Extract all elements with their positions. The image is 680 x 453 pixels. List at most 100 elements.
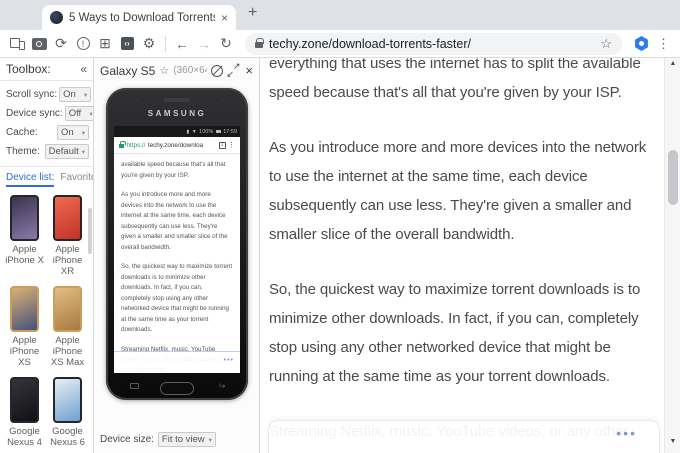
- device-thumbnail: [53, 377, 82, 423]
- toolbox-option-label: Theme:: [6, 146, 40, 157]
- browser-window: 5 Ways to Download Torrents Fas × + ⟳ ! …: [0, 0, 680, 453]
- phone-url-scheme: https://: [126, 141, 146, 149]
- paragraph: So, the quickest way to maximize torrent…: [269, 281, 641, 385]
- device-preview-panel: Galaxy S5 ☆ (360×640/... ↗↙ × SAMSUNG ▮ …: [94, 58, 260, 453]
- toolbox-options: Scroll sync: On ▾ Device sync: Off ▾ Cache: On ▾…: [0, 81, 93, 161]
- device-list-scrollbar[interactable]: [88, 208, 92, 254]
- caret-down-icon: ▾: [83, 91, 88, 99]
- device-thumbnail: [53, 195, 82, 241]
- code-icon[interactable]: ‹›: [116, 33, 138, 55]
- device-grid: Apple iPhone X Apple iPhone XR Apple iPhon…: [0, 187, 93, 453]
- toolbox-option-row: Scroll sync: On ▾: [0, 85, 93, 104]
- article-content: everything that uses the internet has to…: [261, 58, 663, 453]
- forward-icon: →: [197, 35, 211, 52]
- device-card[interactable]: Apple iPhone XR: [46, 195, 89, 277]
- phone-sensor: [220, 98, 224, 102]
- device-card[interactable]: Apple iPhone XS: [3, 286, 46, 368]
- tab-device-list[interactable]: Device list:: [6, 172, 55, 187]
- device-title: Galaxy S5: [100, 63, 156, 78]
- scrollbar-thumb[interactable]: [668, 150, 678, 205]
- bookmark-star-icon[interactable]: ☆: [600, 36, 612, 52]
- wifi-icon: ▼: [191, 128, 197, 135]
- phone-page-content: available speed because that's all that …: [114, 154, 240, 373]
- toolbox-option-select[interactable]: On ▾: [59, 87, 92, 102]
- device-name: Apple iPhone X: [5, 244, 44, 266]
- device-thumbnail: [10, 377, 39, 423]
- tab-title: 5 Ways to Download Torrents Fas: [69, 11, 215, 24]
- toolbox-option-label: Device sync:: [6, 108, 63, 119]
- device-card[interactable]: Google Nexus 4: [3, 377, 46, 448]
- device-size-label: Device size:: [100, 434, 154, 445]
- scroll-up-icon[interactable]: ▲: [665, 60, 680, 67]
- expand-icon[interactable]: ↗ ↙: [226, 61, 240, 79]
- info-icon[interactable]: !: [72, 33, 94, 55]
- tab-close-icon[interactable]: ×: [221, 11, 228, 25]
- toolbox-option-select[interactable]: Default ▾: [44, 144, 89, 159]
- device-emulator-icon[interactable]: [6, 33, 28, 55]
- settings-gear-icon[interactable]: ⚙: [138, 33, 160, 55]
- sync-icon[interactable]: ⟳: [50, 33, 72, 55]
- phone-menu-icon[interactable]: ⋮: [228, 141, 235, 149]
- back-icon[interactable]: ←: [171, 33, 193, 55]
- device-card[interactable]: Apple iPhone X: [3, 195, 46, 277]
- phone-address-bar[interactable]: https:// techy.zone/downloa 1 ⋮: [114, 137, 240, 154]
- cookie-banner[interactable]: •••: [268, 420, 660, 453]
- phone-banner-ellipsis-icon[interactable]: •••: [224, 357, 234, 364]
- url-text[interactable]: techy.zone/download-torrents-faster/: [269, 37, 594, 51]
- device-card[interactable]: Google Nexus 6: [46, 377, 89, 448]
- phone-speaker: [164, 98, 190, 102]
- phone-screen: ▮ ▼ 100% 17:59 https:// techy.zone/downl…: [114, 126, 240, 373]
- scroll-down-icon[interactable]: ▼: [665, 438, 680, 445]
- toolbox-option-select[interactable]: On ▾: [57, 125, 89, 140]
- device-name: Google Nexus 4: [7, 426, 42, 448]
- extension-icon[interactable]: [635, 36, 648, 51]
- rotate-device-icon[interactable]: [211, 64, 224, 77]
- layout-grid-icon[interactable]: ⊞: [94, 33, 116, 55]
- device-name: Apple iPhone XS Max: [50, 335, 85, 368]
- device-name: Apple iPhone XS: [9, 335, 40, 368]
- new-tab-button[interactable]: +: [248, 4, 257, 22]
- device-card[interactable]: Apple iPhone XS Max: [46, 286, 89, 368]
- browser-toolbar: ⟳ ! ⊞ ‹› ⚙ ← → ↻ techy.zone/download-tor…: [0, 30, 680, 58]
- close-device-icon[interactable]: ×: [245, 63, 253, 78]
- toolbox-option-row: Cache: On ▾: [0, 123, 93, 142]
- phone-back-button[interactable]: ↵: [218, 381, 226, 392]
- toolbox-option-label: Scroll sync:: [6, 89, 58, 100]
- phone-tab-count[interactable]: 1: [218, 141, 226, 149]
- phone-banner[interactable]: •••: [114, 351, 240, 373]
- toolbox-tabs: Device list: Favorites:: [0, 166, 93, 187]
- clock-text: 17:59: [223, 128, 237, 135]
- device-size-select[interactable]: Fit to view ▾: [157, 432, 216, 447]
- paragraph: As you introduce more and more devices i…: [121, 191, 228, 251]
- signal-icon: ▮: [186, 128, 190, 135]
- device-name: Google Nexus 6: [50, 426, 85, 448]
- toolbox-option-select[interactable]: Off ▾: [64, 106, 93, 121]
- collapse-panel-icon[interactable]: «: [80, 62, 87, 76]
- toolbox-option-row: Device sync: Off ▾: [0, 104, 93, 123]
- phone-camera-icon: [136, 98, 140, 102]
- phone-mockup: SAMSUNG ▮ ▼ 100% 17:59 https:// techy.zo…: [106, 88, 248, 400]
- caret-down-icon: ▾: [89, 110, 93, 118]
- favorite-star-icon[interactable]: ☆: [159, 64, 169, 77]
- caret-down-icon: ▾: [81, 148, 85, 156]
- battery-icon: [215, 129, 221, 134]
- phone-home-button[interactable]: [160, 382, 194, 395]
- device-resolution-select[interactable]: (360×640/...: [173, 65, 207, 76]
- device-name: Apple iPhone XR: [52, 244, 83, 277]
- browser-menu-icon[interactable]: ⋮: [657, 36, 670, 52]
- paragraph: As you introduce more and more devices i…: [269, 139, 647, 243]
- reload-icon[interactable]: ↻: [215, 33, 237, 55]
- screenshot-camera-icon[interactable]: [28, 33, 50, 55]
- address-bar[interactable]: techy.zone/download-torrents-faster/ ☆: [245, 32, 622, 55]
- paragraph: everything that uses the internet has to…: [269, 58, 641, 101]
- browser-tab[interactable]: 5 Ways to Download Torrents Fas ×: [42, 5, 236, 30]
- toolbar-divider: [165, 35, 166, 52]
- page-scrollbar[interactable]: ▲ ▼: [664, 58, 680, 453]
- phone-recent-button[interactable]: [130, 383, 139, 389]
- phone-lock-icon: [119, 141, 126, 148]
- banner-ellipsis-icon[interactable]: •••: [616, 425, 637, 441]
- tab-favorites[interactable]: Favorites:: [60, 172, 93, 187]
- phone-status-bar: ▮ ▼ 100% 17:59: [114, 126, 240, 137]
- phone-brand: SAMSUNG: [147, 109, 207, 118]
- device-thumbnail: [10, 286, 39, 332]
